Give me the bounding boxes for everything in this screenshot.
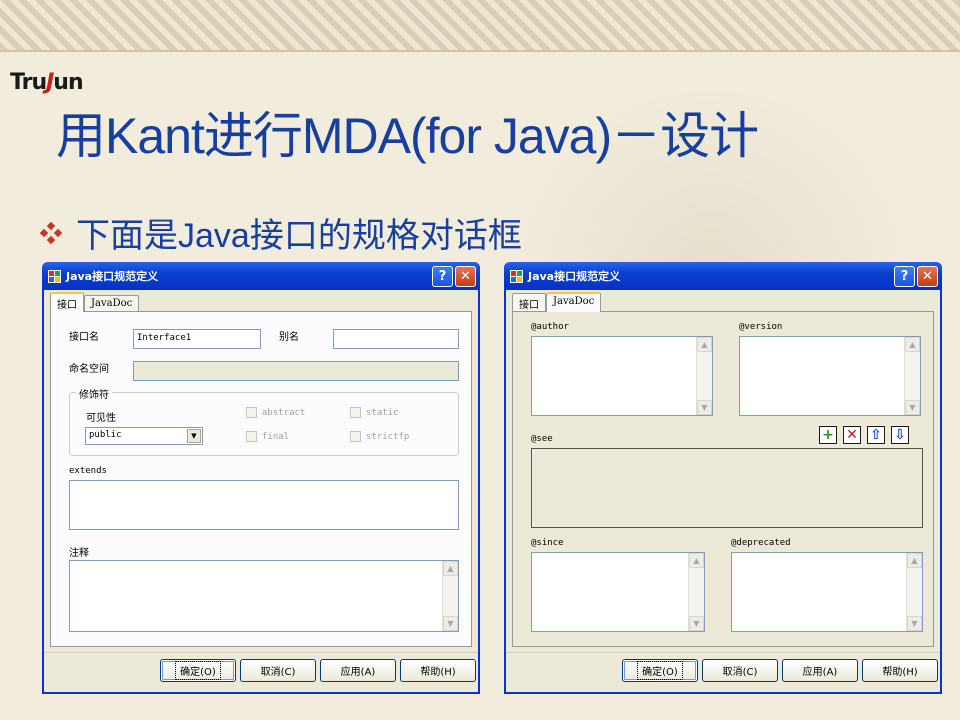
bullet-item: 下面是Java接口的规格对话框	[39, 208, 522, 257]
visibility-label: 可见性	[86, 413, 116, 424]
help-text-button[interactable]: 帮助(H)	[862, 659, 938, 682]
since-label: @since	[531, 538, 564, 548]
tab-interface[interactable]: 接口	[512, 293, 546, 312]
tab-strip: 接口 JavaDoc	[512, 292, 602, 312]
chevron-down-icon[interactable]: ▼	[187, 429, 201, 443]
dialog-title: Java接口规范定义	[66, 270, 159, 283]
app-icon	[48, 269, 61, 283]
scroll-up-icon[interactable]: ▲	[907, 553, 922, 568]
interface-name-input[interactable]: Interface1	[133, 329, 261, 349]
version-label: @version	[739, 322, 783, 332]
deprecated-textarea[interactable]: ▲ ▼	[731, 552, 923, 632]
scroll-down-icon[interactable]: ▼	[907, 616, 922, 631]
scrollbar[interactable]: ▲ ▼	[904, 337, 920, 415]
visibility-select[interactable]: public ▼	[85, 427, 203, 445]
scroll-up-icon[interactable]: ▲	[697, 337, 712, 352]
final-checkbox[interactable]: final	[246, 431, 289, 442]
trujun-logo: TruJun	[10, 70, 84, 95]
scrollbar[interactable]: ▲ ▼	[696, 337, 712, 415]
tab-javadoc[interactable]: JavaDoc	[546, 292, 602, 312]
diamond-bullet-icon	[39, 221, 63, 244]
scroll-down-icon[interactable]: ▼	[697, 400, 712, 415]
help-button[interactable]: ?	[894, 265, 915, 287]
button-row: 确定(O) 取消(C) 应用(A) 帮助(H)	[506, 652, 940, 692]
titlebar[interactable]: Java接口规范定义 ? ✕	[504, 262, 942, 290]
scrollbar[interactable]: ▲ ▼	[688, 553, 704, 631]
help-button[interactable]: ?	[432, 265, 453, 287]
tab-interface[interactable]: 接口	[50, 292, 84, 312]
strictfp-checkbox[interactable]: strictfp	[350, 431, 409, 442]
help-text-button[interactable]: 帮助(H)	[400, 659, 476, 682]
author-label: @author	[531, 322, 569, 332]
modifiers-legend: 修饰符	[76, 386, 112, 401]
decorative-top-band	[0, 0, 960, 52]
scroll-up-icon[interactable]: ▲	[905, 337, 920, 352]
namespace-label: 命名空间	[69, 364, 109, 375]
ok-button[interactable]: 确定(O)	[160, 659, 236, 682]
interface-spec-dialog-left: Java接口规范定义 ? ✕ 接口 JavaDoc 接口名 Interface1…	[42, 262, 480, 694]
comment-textarea[interactable]: ▲ ▼	[69, 560, 459, 632]
comment-label: 注释	[69, 548, 89, 559]
extends-textarea[interactable]	[69, 480, 459, 530]
apply-button[interactable]: 应用(A)	[782, 659, 858, 682]
see-list[interactable]	[531, 448, 923, 528]
tab-strip: 接口 JavaDoc	[50, 292, 140, 312]
interface-spec-dialog-right: Java接口规范定义 ? ✕ 接口 JavaDoc @author ▲ ▼ @v…	[504, 262, 942, 694]
author-textarea[interactable]: ▲ ▼	[531, 336, 713, 416]
javadoc-tab-panel: @author ▲ ▼ @version ▲ ▼ @see + ✕ ⇧ ⇩ @s…	[512, 311, 934, 647]
since-textarea[interactable]: ▲ ▼	[531, 552, 705, 632]
bullet-text: 下面是Java接口的规格对话框	[76, 217, 522, 255]
close-button[interactable]: ✕	[455, 265, 476, 287]
titlebar[interactable]: Java接口规范定义 ? ✕	[42, 262, 480, 290]
move-down-icon[interactable]: ⇩	[891, 426, 909, 444]
ok-button[interactable]: 确定(O)	[622, 659, 698, 682]
interface-name-label: 接口名	[69, 332, 99, 343]
add-icon[interactable]: +	[819, 426, 837, 444]
scroll-down-icon[interactable]: ▼	[689, 616, 704, 631]
slide-title: 用Kant进行MDA(for Java)－设计	[56, 108, 759, 164]
cancel-button[interactable]: 取消(C)	[240, 659, 316, 682]
abstract-checkbox[interactable]: abstract	[246, 407, 305, 418]
static-checkbox[interactable]: static	[350, 407, 399, 418]
scroll-down-icon[interactable]: ▼	[443, 616, 458, 631]
scroll-up-icon[interactable]: ▲	[443, 561, 458, 576]
extends-label: extends	[69, 466, 107, 476]
deprecated-label: @deprecated	[731, 538, 791, 548]
apply-button[interactable]: 应用(A)	[320, 659, 396, 682]
interface-tab-panel: 接口名 Interface1 别名 命名空间 修饰符 可见性 public ▼ …	[50, 311, 472, 647]
alias-label: 别名	[279, 332, 299, 343]
scroll-up-icon[interactable]: ▲	[689, 553, 704, 568]
close-button[interactable]: ✕	[917, 265, 938, 287]
modifiers-group: 修饰符 可见性 public ▼ abstract static final s…	[69, 386, 459, 456]
see-label: @see	[531, 434, 553, 444]
scrollbar[interactable]: ▲ ▼	[442, 561, 458, 631]
version-textarea[interactable]: ▲ ▼	[739, 336, 921, 416]
alias-input[interactable]	[333, 329, 459, 349]
tab-javadoc[interactable]: JavaDoc	[84, 295, 140, 312]
button-row: 确定(O) 取消(C) 应用(A) 帮助(H)	[44, 652, 478, 692]
scroll-down-icon[interactable]: ▼	[905, 400, 920, 415]
scrollbar[interactable]: ▲ ▼	[906, 553, 922, 631]
namespace-input[interactable]	[133, 361, 459, 381]
dialog-title: Java接口规范定义	[528, 270, 621, 283]
cancel-button[interactable]: 取消(C)	[702, 659, 778, 682]
app-icon	[510, 269, 523, 283]
move-up-icon[interactable]: ⇧	[867, 426, 885, 444]
delete-icon[interactable]: ✕	[843, 426, 861, 444]
